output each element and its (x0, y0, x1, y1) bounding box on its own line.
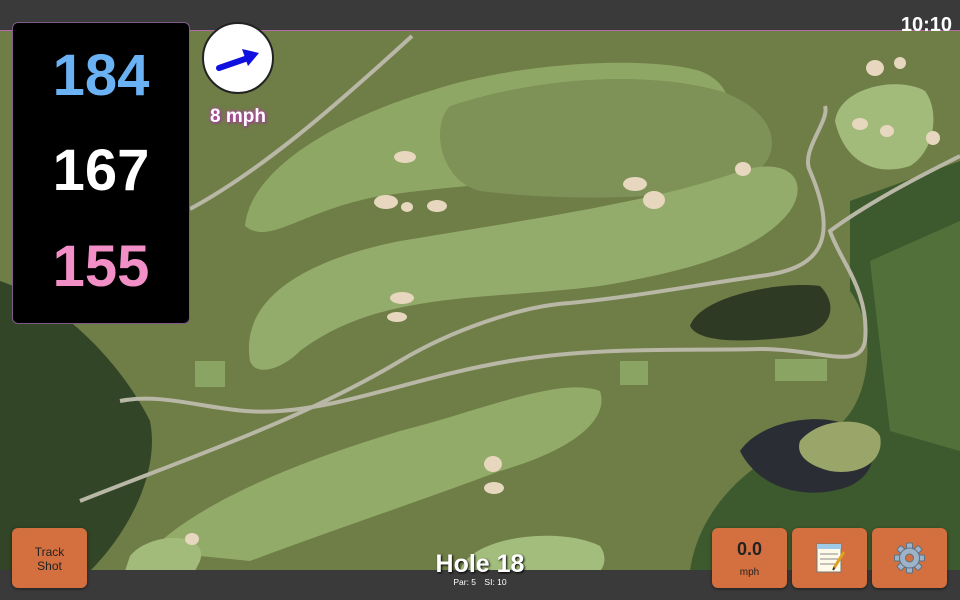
bunker (394, 151, 416, 163)
bunker (185, 533, 199, 545)
bunker (484, 482, 504, 494)
bunker (894, 57, 906, 69)
bunker (484, 456, 502, 472)
distance-middle: 167 (52, 138, 150, 203)
bunker (735, 162, 751, 176)
tee-box (775, 359, 827, 381)
tee-box (195, 361, 225, 387)
arrow-icon (216, 49, 259, 71)
distance-front: 155 (52, 234, 150, 299)
bunker (623, 177, 647, 191)
notes-button[interactable] (792, 528, 867, 588)
wind-speed-button[interactable]: 0.0 mph (712, 528, 787, 588)
tee-box (620, 361, 648, 385)
wind-speed-value: 0.0 (736, 539, 763, 559)
status-clock: 10:10 (900, 14, 952, 36)
hole-si: SI: 10 (484, 577, 507, 587)
hole-info: Par: 5 SI: 10 (380, 577, 580, 587)
track-shot-label-line2: Shot (37, 559, 62, 573)
distance-panel: 184 167 155 (12, 22, 190, 324)
notepad-icon (816, 543, 846, 573)
bunker (852, 118, 868, 130)
distance-back: 184 (52, 43, 150, 108)
bunker (390, 292, 414, 304)
track-shot-label-line1: Track (34, 545, 65, 559)
bunker (866, 60, 884, 76)
bunker (880, 125, 894, 137)
bunker (926, 131, 940, 145)
hole-par: Par: 5 (453, 577, 477, 587)
bunker (374, 195, 398, 209)
track-shot-button[interactable]: Track Shot (12, 528, 87, 588)
settings-button[interactable] (872, 528, 947, 588)
bunker (427, 200, 447, 212)
bunker (643, 191, 665, 209)
gear-icon (894, 542, 925, 574)
wind-speed-label: 8 mph (210, 106, 266, 127)
bunker (401, 202, 413, 212)
hole-title: Hole 18 (435, 550, 525, 578)
wind-speed-unit: mph (739, 567, 760, 578)
wind-direction-indicator (202, 22, 274, 94)
bunker (387, 312, 407, 322)
